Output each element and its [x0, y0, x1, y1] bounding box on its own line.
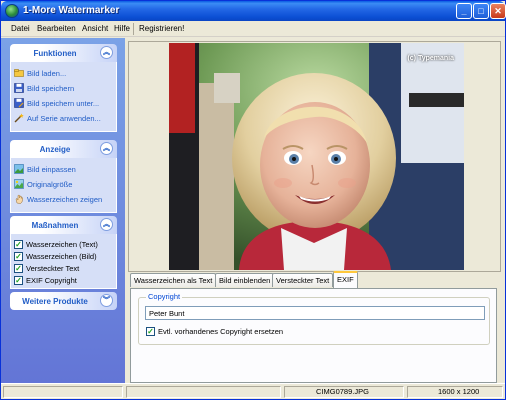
action-wasserzeichen-zeigen-label: Wasserzeichen zeigen	[27, 194, 103, 204]
checkbox-wasserzeichen-text[interactable]: ✓	[14, 239, 23, 249]
option-exif-copyright-label: EXIF Copyright	[26, 275, 77, 285]
app-window: 1-More Watermarker _ □ ✕ Datei Bearbeite…	[0, 0, 506, 400]
overwrite-copyright-option[interactable]: ✓ Evtl. vorhandenes Copyright ersetzen	[146, 327, 283, 336]
option-wasserzeichen-bild[interactable]: ✓ Wasserzeichen (Bild)	[14, 250, 113, 262]
menu-bearbeiten[interactable]: Bearbeiten	[37, 24, 76, 33]
action-bild-laden-label: Bild laden...	[27, 68, 67, 78]
checkbox-versteckter-text[interactable]: ✓	[14, 263, 23, 273]
panel-massnahmen: Maßnahmen ︽ ✓ Wasserzeichen (Text) ✓ Was…	[10, 216, 117, 289]
panel-funktionen-body: Bild laden... Bild speichern Bild speich…	[10, 62, 117, 132]
menu-bar: Datei Bearbeiten Ansicht Hilfe Registrie…	[1, 21, 505, 37]
action-bild-speichern-label: Bild speichern	[27, 83, 75, 93]
panel-funktionen: Funktionen ︽ Bild laden... Bild speicher…	[10, 44, 117, 132]
tab-panel-exif: Copyright ✓ Evtl. vorhandenes Copyright …	[130, 288, 497, 383]
status-filename: CIMG0789.JPG	[316, 387, 369, 396]
collapse-chevron-icon[interactable]: ︽	[100, 218, 113, 231]
main-area: (c) Typemania Wasserzeichen als Text Bil…	[125, 38, 505, 383]
panel-funktionen-title: Funktionen	[33, 49, 77, 58]
minimize-button[interactable]: _	[456, 3, 472, 19]
portrait-photo	[169, 43, 464, 270]
image-preview-frame: (c) Typemania	[128, 41, 501, 272]
title-bar[interactable]: 1-More Watermarker _ □ ✕	[1, 1, 506, 21]
status-bar: CIMG0789.JPG 1600 x 1200	[1, 383, 505, 399]
checkbox-exif-copyright[interactable]: ✓	[14, 275, 23, 285]
action-wasserzeichen-zeigen[interactable]: Wasserzeichen zeigen	[14, 193, 113, 205]
status-cell-spacer	[126, 386, 281, 398]
original-size-icon	[14, 179, 24, 189]
status-dimensions: 1600 x 1200	[438, 387, 480, 396]
close-button[interactable]: ✕	[490, 3, 506, 19]
panel-massnahmen-title: Maßnahmen	[31, 221, 79, 230]
panel-weitere-produkte-title: Weitere Produkte	[22, 297, 88, 306]
option-wasserzeichen-bild-label: Wasserzeichen (Bild)	[26, 251, 97, 261]
collapse-chevron-icon[interactable]: ︽	[100, 142, 113, 155]
watermark-text-overlay: (c) Typemania	[407, 55, 454, 62]
action-bild-speichern-unter[interactable]: Bild speichern unter...	[14, 97, 113, 109]
menu-registrieren[interactable]: Registrieren!	[139, 24, 184, 33]
option-versteckter-text[interactable]: ✓ Versteckter Text	[14, 262, 113, 274]
action-originalgroesse-label: Originalgröße	[27, 179, 73, 189]
window-title: 1-More Watermarker	[23, 5, 120, 16]
action-auf-serie-anwenden[interactable]: Auf Serie anwenden...	[14, 112, 113, 124]
fit-image-icon	[14, 164, 24, 174]
checkbox-wasserzeichen-bild[interactable]: ✓	[14, 251, 23, 261]
close-icon: ✕	[494, 6, 502, 16]
panel-weitere-produkte-header[interactable]: Weitere Produkte ︾	[10, 292, 117, 310]
action-bild-speichern[interactable]: Bild speichern	[14, 82, 113, 94]
app-globe-icon	[5, 4, 19, 18]
action-bild-einpassen[interactable]: Bild einpassen	[14, 163, 113, 175]
tab-wasserzeichen-als-text[interactable]: Wasserzeichen als Text	[130, 273, 217, 287]
tab-exif[interactable]: EXIF	[333, 271, 358, 288]
floppy-disk-icon	[14, 83, 24, 93]
menu-hilfe[interactable]: Hilfe	[114, 24, 130, 33]
task-sidebar: Funktionen ︽ Bild laden... Bild speicher…	[1, 38, 125, 383]
maximize-button[interactable]: □	[473, 3, 489, 19]
photo-preview[interactable]: (c) Typemania	[169, 43, 464, 270]
settings-tabs: Wasserzeichen als Text Bild einblenden V…	[130, 271, 502, 288]
action-bild-speichern-unter-label: Bild speichern unter...	[27, 98, 100, 108]
tab-versteckter-text[interactable]: Versteckter Text	[272, 273, 334, 287]
copyright-input[interactable]	[145, 306, 485, 320]
panel-massnahmen-body: ✓ Wasserzeichen (Text) ✓ Wasserzeichen (…	[10, 234, 117, 289]
option-wasserzeichen-text[interactable]: ✓ Wasserzeichen (Text)	[14, 238, 113, 250]
maximize-icon: □	[478, 6, 484, 16]
expand-chevron-icon[interactable]: ︾	[100, 294, 113, 307]
menu-separator	[133, 23, 134, 35]
panel-anzeige: Anzeige ︽ Bild einpassen Originalgröße W…	[10, 140, 117, 213]
option-wasserzeichen-text-label: Wasserzeichen (Text)	[26, 239, 98, 249]
overwrite-copyright-checkbox[interactable]: ✓	[146, 327, 155, 336]
option-exif-copyright[interactable]: ✓ EXIF Copyright	[14, 274, 113, 286]
hand-icon	[15, 194, 24, 204]
panel-anzeige-title: Anzeige	[39, 145, 71, 154]
magic-wand-icon	[14, 113, 24, 123]
panel-anzeige-header[interactable]: Anzeige ︽	[10, 140, 117, 158]
minimize-icon: _	[461, 6, 467, 16]
action-bild-einpassen-label: Bild einpassen	[27, 164, 76, 174]
status-cell-empty	[3, 386, 123, 398]
copyright-group: Copyright ✓ Evtl. vorhandenes Copyright …	[138, 292, 490, 345]
action-bild-laden[interactable]: Bild laden...	[14, 67, 113, 79]
collapse-chevron-icon[interactable]: ︽	[100, 46, 113, 59]
panel-weitere-produkte: Weitere Produkte ︾	[10, 292, 117, 310]
overwrite-copyright-label: Evtl. vorhandenes Copyright ersetzen	[158, 327, 284, 336]
open-folder-icon	[14, 69, 24, 77]
action-auf-serie-anwenden-label: Auf Serie anwenden...	[27, 113, 101, 123]
copyright-group-label: Copyright	[146, 292, 183, 301]
panel-funktionen-header[interactable]: Funktionen ︽	[10, 44, 117, 62]
save-as-icon	[14, 98, 24, 108]
panel-massnahmen-header[interactable]: Maßnahmen ︽	[10, 216, 117, 234]
panel-anzeige-body: Bild einpassen Originalgröße Wasserzeich…	[10, 158, 117, 213]
action-originalgroesse[interactable]: Originalgröße	[14, 178, 113, 190]
menu-datei[interactable]: Datei	[11, 24, 30, 33]
tab-bild-einblenden[interactable]: Bild einblenden	[215, 273, 275, 287]
option-versteckter-text-label: Versteckter Text	[26, 263, 80, 273]
menu-ansicht[interactable]: Ansicht	[82, 24, 108, 33]
